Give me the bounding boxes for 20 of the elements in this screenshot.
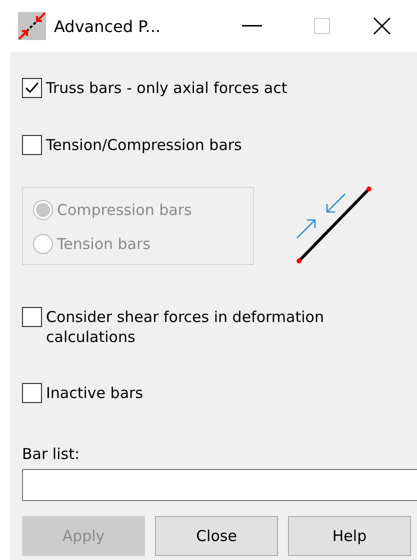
dialog-button[interactable]: Help [288,516,411,556]
checkbox[interactable] [22,383,42,403]
radio-label: Compression bars [57,200,192,220]
window-title: Advanced P... [54,16,161,36]
close-icon [373,17,391,35]
minimize-icon [242,25,262,27]
maximize-icon [314,18,330,34]
bar-list-label: Bar list: [22,445,81,463]
check-icon [24,80,40,96]
checkbox[interactable] [22,78,42,98]
checkbox-label: Truss bars - only axial forces act [46,78,288,98]
app-icon [18,12,46,40]
checkbox[interactable] [22,135,42,155]
checkbox-label: Inactive bars [46,383,143,403]
checkbox-label: Consider shear forces in deformation calculations [46,307,325,347]
radio-label: Tension bars [57,234,150,254]
bar-list-field[interactable] [22,469,417,501]
checkbox[interactable] [22,307,42,327]
checkbox-label: Tension/Compression bars [46,135,242,155]
dialog-button[interactable]: Close [155,516,278,556]
